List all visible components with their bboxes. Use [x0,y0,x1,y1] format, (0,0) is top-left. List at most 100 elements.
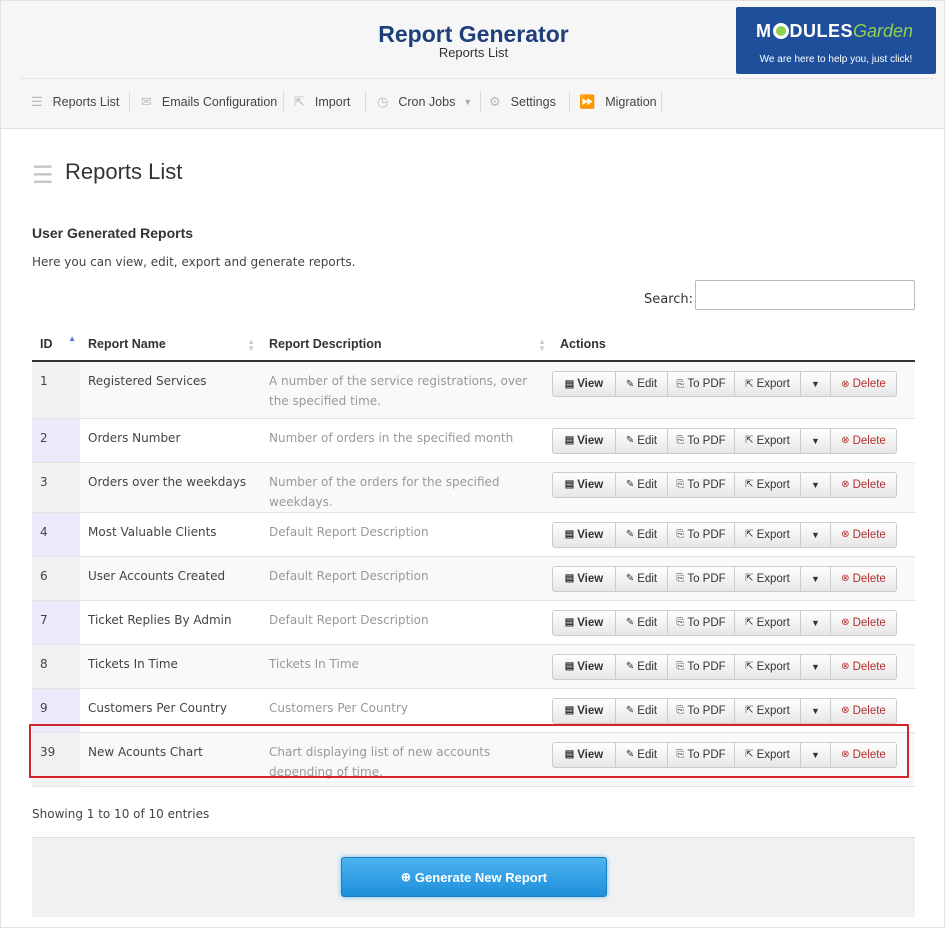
cell-id: 39 [32,732,80,787]
export-dropdown-toggle[interactable]: ▼ [801,565,831,592]
nav-emails-configuration[interactable]: ✉ Emails Configuration [141,79,277,125]
generate-new-report-button[interactable]: ⊕ Generate New Report [341,857,607,897]
row-action-group: ▤ View ✎ Edit ⎘ To PDF ⇱ Export ▼ ⊗ Delete [552,521,897,548]
column-header-id[interactable]: ID ▲ [32,327,80,362]
export-button[interactable]: ⇱ Export [735,697,801,724]
pencil-icon: ✎ [625,435,635,446]
view-button[interactable]: ▤ View [552,427,616,454]
cell-report-description: Customers Per Country [261,688,552,733]
section-title: User Generated Reports [32,225,194,241]
paperclip-icon: ⎘ [676,378,685,390]
export-button[interactable]: ⇱ Export [735,653,801,680]
share-icon: ⇱ [745,661,754,672]
export-dropdown-toggle[interactable]: ▼ [801,653,831,680]
to-pdf-button[interactable]: ⎘ To PDF [668,565,735,592]
export-button[interactable]: ⇱ Export [735,565,801,592]
edit-button[interactable]: ✎ Edit [616,565,668,592]
nav-settings[interactable]: ⚙ Settings [489,79,556,125]
table-row: 6 User Accounts Created Default Report Des… [32,556,915,601]
nav-reports-list[interactable]: ☰ Reports List [31,79,119,125]
view-button[interactable]: ▤ View [552,741,616,768]
paperclip-icon: ⎘ [676,573,685,584]
view-button[interactable]: ▤ View [552,371,616,397]
export-dropdown-toggle[interactable]: ▼ [801,697,831,724]
export-dropdown-toggle[interactable]: ▼ [801,471,831,498]
cell-report-name: Registered Services [80,361,261,419]
edit-button[interactable]: ✎ Edit [616,521,668,548]
delete-button[interactable]: ⊗ Delete [831,565,897,592]
export-button[interactable]: ⇱ Export [735,741,801,768]
edit-button[interactable]: ✎ Edit [616,371,668,397]
view-button[interactable]: ▤ View [552,653,616,680]
delete-button[interactable]: ⊗ Delete [831,697,897,724]
export-dropdown-toggle[interactable]: ▼ [801,521,831,548]
share-icon: ⇱ [294,94,305,109]
nav-divider [480,91,481,113]
export-dropdown-toggle[interactable]: ▼ [801,371,831,397]
cell-actions: ▤ View ✎ Edit ⎘ To PDF ⇱ Export ▼ ⊗ Delete [552,512,915,557]
share-icon: ⇱ [745,479,754,490]
paperclip-icon: ⎘ [676,749,685,760]
delete-button[interactable]: ⊗ Delete [831,427,897,454]
column-header-name[interactable]: Report Name ▲ ▼ [80,327,261,362]
list-icon: ▤ [564,479,575,490]
to-pdf-button[interactable]: ⎘ To PDF [668,427,735,454]
delete-button[interactable]: ⊗ Delete [831,371,897,397]
export-dropdown-toggle[interactable]: ▼ [801,427,831,454]
app-window: Report Generator Reports List M DULESGard… [0,0,945,928]
view-button[interactable]: ▤ View [552,609,616,636]
paperclip-icon: ⎘ [676,617,685,628]
edit-button[interactable]: ✎ Edit [616,653,668,680]
view-button[interactable]: ▤ View [552,697,616,724]
share-icon: ⇱ [745,529,754,540]
export-button[interactable]: ⇱ Export [735,371,801,397]
delete-button[interactable]: ⊗ Delete [831,609,897,636]
export-dropdown-toggle[interactable]: ▼ [801,609,831,636]
pencil-icon: ✎ [625,573,635,584]
cell-report-name: Customers Per Country [80,688,261,733]
edit-button[interactable]: ✎ Edit [616,471,668,498]
table-row: 7 Ticket Replies By Admin Default Report D… [32,600,915,645]
table-row: 4 Most Valuable Clients Default Report Des… [32,512,915,557]
to-pdf-button[interactable]: ⎘ To PDF [668,521,735,548]
export-button[interactable]: ⇱ Export [735,471,801,498]
edit-button[interactable]: ✎ Edit [616,609,668,636]
times-circle-icon: ⊗ [841,661,850,672]
export-button[interactable]: ⇱ Export [735,521,801,548]
main-nav: ☰ Reports List ✉ Emails Configuration ⇱ … [21,78,936,124]
export-button[interactable]: ⇱ Export [735,609,801,636]
paperclip-icon: ⎘ [676,479,685,490]
to-pdf-button[interactable]: ⎘ To PDF [668,609,735,636]
to-pdf-button[interactable]: ⎘ To PDF [668,697,735,724]
pencil-icon: ✎ [625,479,635,490]
delete-button[interactable]: ⊗ Delete [831,471,897,498]
cell-report-name: Most Valuable Clients [80,512,261,557]
pencil-icon: ✎ [625,378,635,390]
view-button[interactable]: ▤ View [552,471,616,498]
delete-button[interactable]: ⊗ Delete [831,741,897,768]
nav-import[interactable]: ⇱ Import [294,79,350,125]
cell-actions: ▤ View ✎ Edit ⎘ To PDF ⇱ Export ▼ ⊗ Delete [552,644,915,689]
nav-cron-jobs[interactable]: ◷ Cron Jobs ▼ [377,79,472,125]
export-button[interactable]: ⇱ Export [735,427,801,454]
export-dropdown-toggle[interactable]: ▼ [801,741,831,768]
edit-button[interactable]: ✎ Edit [616,697,668,724]
edit-button[interactable]: ✎ Edit [616,741,668,768]
nav-divider [283,91,284,113]
to-pdf-button[interactable]: ⎘ To PDF [668,741,735,768]
cell-id: 6 [32,556,80,601]
to-pdf-button[interactable]: ⎘ To PDF [668,371,735,397]
nav-migration[interactable]: ⏩ Migration [579,79,657,125]
edit-button[interactable]: ✎ Edit [616,427,668,454]
search-input[interactable] [695,280,915,310]
view-button[interactable]: ▤ View [552,565,616,592]
column-header-description[interactable]: Report Description ▲ ▼ [261,327,552,362]
view-button[interactable]: ▤ View [552,521,616,548]
to-pdf-button[interactable]: ⎘ To PDF [668,653,735,680]
modulesgarden-logo[interactable]: M DULESGarden We are here to help you, ju… [736,7,936,74]
delete-button[interactable]: ⊗ Delete [831,521,897,548]
share-icon: ⇱ [745,378,754,390]
to-pdf-button[interactable]: ⎘ To PDF [668,471,735,498]
sort-icon: ▲ ▼ [247,337,255,353]
delete-button[interactable]: ⊗ Delete [831,653,897,680]
